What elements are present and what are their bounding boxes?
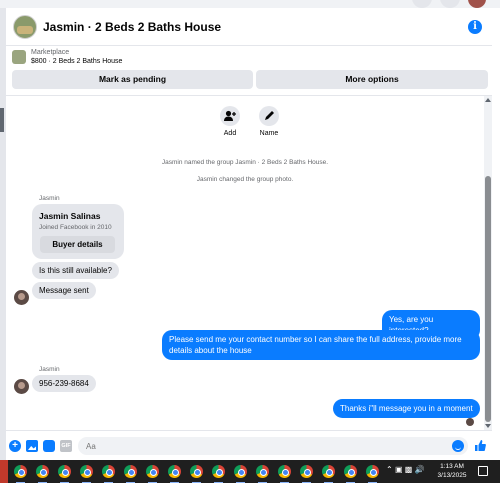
chrome-taskbar-icon[interactable] — [100, 463, 117, 483]
chevron-up-icon[interactable]: ⌃ — [386, 465, 393, 474]
gif-icon[interactable]: GIF — [60, 440, 72, 452]
chrome-taskbar-icon[interactable] — [144, 463, 161, 483]
sender-avatar[interactable] — [14, 379, 29, 394]
clock-date: 3/13/2025 — [437, 472, 467, 479]
chrome-taskbar-icon[interactable] — [320, 463, 337, 483]
chrome-taskbar-icon[interactable] — [12, 463, 29, 483]
scroll-thumb[interactable] — [485, 176, 491, 422]
volume-icon[interactable]: 🔊 — [415, 465, 425, 474]
thumbs-up-icon[interactable] — [474, 439, 486, 452]
info-icon[interactable]: i — [468, 20, 482, 34]
chat-scrollbar[interactable] — [484, 96, 492, 430]
add-people-action[interactable]: Add — [210, 106, 250, 137]
message-bubble-incoming[interactable]: Message sent — [32, 282, 96, 299]
system-message: Jasmin changed the group photo. — [196, 176, 294, 183]
buyer-details-button[interactable]: Buyer details — [40, 236, 115, 253]
card-name[interactable]: Jasmin Salinas — [39, 211, 100, 221]
chrome-taskbar-icon[interactable] — [166, 463, 183, 483]
top-action-circle[interactable] — [412, 0, 432, 8]
clock-time: 1:13 AM — [440, 463, 464, 470]
name-group-action[interactable]: Name — [249, 106, 289, 137]
profile-avatar[interactable] — [468, 0, 486, 8]
chrome-taskbar-icon[interactable] — [34, 463, 51, 483]
card-subtitle: Joined Facebook in 2010 — [39, 224, 112, 231]
chrome-taskbar-icon[interactable] — [364, 463, 381, 483]
read-receipt-avatar — [466, 418, 474, 426]
notification-icon[interactable] — [478, 466, 488, 476]
listing-thumbnail[interactable] — [12, 50, 26, 64]
sticker-icon[interactable] — [43, 440, 55, 452]
message-bubble-incoming[interactable]: Is this still available? — [32, 262, 119, 279]
profile-card: Jasmin Salinas Joined Facebook in 2010 B… — [32, 204, 124, 259]
system-tray[interactable]: ⌃ ▣ ▩ 🔊 — [386, 465, 425, 474]
start-button[interactable] — [0, 460, 8, 483]
plus-icon[interactable]: + — [9, 440, 21, 452]
message-bubble-outgoing[interactable]: Thanks i"ll message you in a moment — [333, 399, 480, 418]
listing-title[interactable]: $800 · 2 Beds 2 Baths House — [31, 58, 122, 65]
messenger-window: Jasmin · 2 Beds 2 Baths House i Marketpl… — [0, 0, 500, 483]
name-label: Name — [259, 130, 279, 137]
sender-name: Jasmin — [39, 195, 60, 202]
more-options-button[interactable]: More options — [256, 70, 488, 89]
chrome-taskbar-icon[interactable] — [188, 463, 205, 483]
top-action-circle[interactable] — [440, 0, 460, 8]
top-window-strip — [0, 0, 500, 8]
pencil-icon — [259, 106, 279, 126]
add-person-icon — [220, 106, 240, 126]
message-bubble-incoming[interactable]: 956-239-8684 — [32, 375, 96, 392]
chat-header: Jasmin · 2 Beds 2 Baths House i — [6, 8, 492, 46]
gutter-scroll-thumb[interactable] — [0, 108, 4, 132]
taskbar-clock[interactable]: 1:13 AM 3/13/2025 — [432, 462, 472, 480]
group-avatar[interactable] — [13, 14, 37, 39]
sender-avatar[interactable] — [14, 290, 29, 305]
chrome-taskbar-icon[interactable] — [342, 463, 359, 483]
chrome-taskbar-icon[interactable] — [122, 463, 139, 483]
chrome-taskbar-icon[interactable] — [56, 463, 73, 483]
photo-icon[interactable] — [26, 440, 38, 452]
add-label: Add — [223, 130, 237, 137]
network-icon[interactable]: ▣ — [395, 465, 403, 474]
windows-taskbar: ⌃ ▣ ▩ 🔊 1:13 AM 3/13/2025 — [0, 460, 500, 483]
scroll-down-icon[interactable] — [485, 424, 491, 428]
system-message: Jasmin named the group Jasmin · 2 Beds 2… — [161, 159, 329, 166]
chrome-taskbar-icon[interactable] — [232, 463, 249, 483]
chrome-taskbar-icon[interactable] — [78, 463, 95, 483]
emoji-icon[interactable] — [452, 440, 464, 452]
chrome-taskbar-icon[interactable] — [276, 463, 293, 483]
chrome-taskbar-icon[interactable] — [210, 463, 227, 483]
mark-as-pending-button[interactable]: Mark as pending — [12, 70, 253, 89]
message-input[interactable] — [78, 437, 468, 455]
chat-title[interactable]: Jasmin · 2 Beds 2 Baths House — [43, 20, 221, 34]
message-list: Add Name Jasmin named the group Jasmin ·… — [6, 96, 484, 430]
chrome-taskbar-icon[interactable] — [298, 463, 315, 483]
battery-icon[interactable]: ▩ — [405, 465, 413, 474]
message-composer: + GIF — [6, 430, 492, 460]
marketplace-panel: Marketplace $800 · 2 Beds 2 Baths House … — [6, 46, 492, 96]
message-bubble-outgoing[interactable]: Please send me your contact number so I … — [162, 330, 480, 360]
scroll-up-icon[interactable] — [485, 98, 491, 102]
sender-name: Jasmin — [39, 366, 60, 373]
marketplace-label: Marketplace — [31, 49, 70, 56]
chrome-taskbar-icon[interactable] — [254, 463, 271, 483]
